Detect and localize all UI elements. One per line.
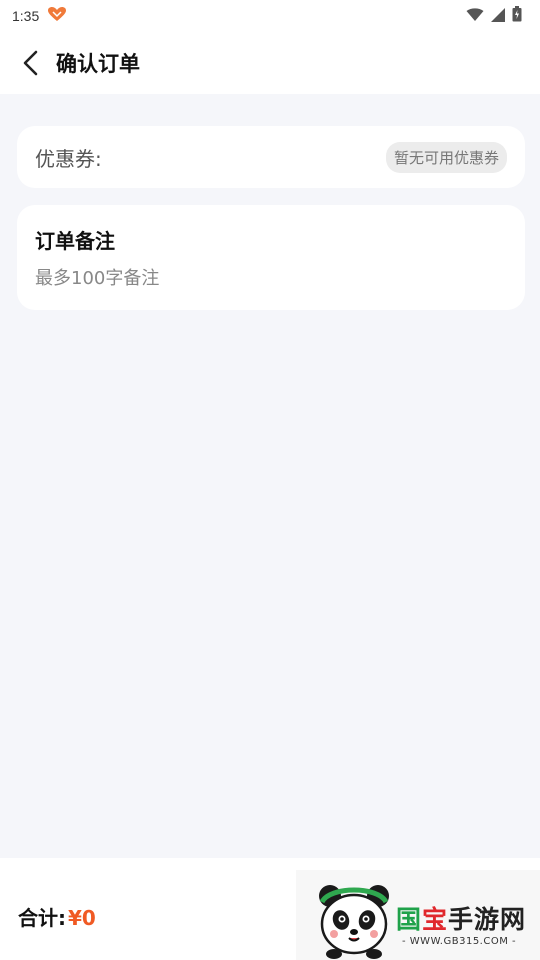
- status-bar: 1:35: [0, 0, 540, 32]
- coupon-label: 优惠券:: [35, 146, 102, 171]
- watermark-url: - WWW.GB315.COM -: [402, 936, 517, 947]
- app-notification-icon: [47, 6, 67, 26]
- battery-icon: [512, 6, 522, 26]
- watermark-brand: 国宝手游网: [396, 905, 527, 934]
- order-remark-card: 订单备注: [17, 205, 525, 310]
- watermark: 国宝手游网 - WWW.GB315.COM -: [296, 870, 540, 960]
- back-button[interactable]: [6, 32, 56, 94]
- panda-logo-icon: [319, 885, 389, 959]
- status-time: 1:35: [12, 8, 40, 24]
- remark-input[interactable]: [35, 268, 507, 289]
- signal-icon: [490, 7, 506, 26]
- nav-bar: 确认订单: [0, 32, 540, 94]
- chevron-left-icon: [23, 50, 38, 76]
- status-right: [466, 6, 522, 26]
- coupon-status-badge: 暂无可用优惠券: [385, 141, 507, 173]
- order-total: 合计: ¥0: [18, 902, 96, 931]
- remark-title: 订单备注: [35, 229, 115, 253]
- wifi-icon: [466, 7, 484, 26]
- coupon-card[interactable]: 优惠券: 暂无可用优惠券: [17, 126, 525, 188]
- status-left: 1:35: [12, 6, 67, 26]
- total-value: ¥0: [68, 906, 96, 930]
- page-title: 确认订单: [56, 52, 140, 76]
- total-label: 合计:: [18, 906, 66, 930]
